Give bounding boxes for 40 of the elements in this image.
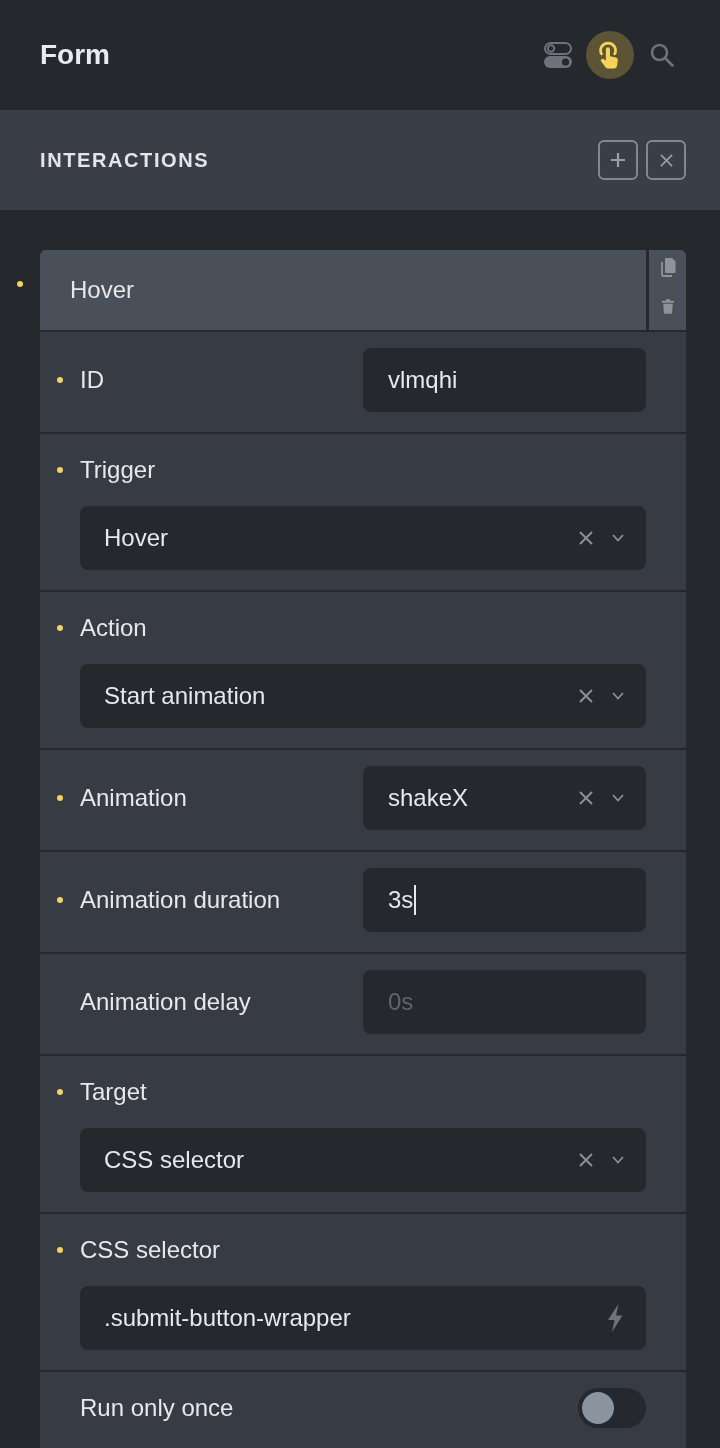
field-label: Run only once bbox=[80, 1394, 234, 1422]
clear-icon[interactable] bbox=[579, 689, 593, 703]
field-label: Target bbox=[80, 1078, 147, 1106]
copy-icon[interactable] bbox=[659, 257, 676, 277]
text-input[interactable]: 3s bbox=[363, 868, 646, 932]
pointer-hand-icon bbox=[599, 40, 621, 70]
select-dropdown[interactable]: Hover bbox=[80, 506, 646, 570]
chevron-down-icon bbox=[612, 534, 624, 542]
plus-icon bbox=[610, 152, 626, 168]
chevron-down-icon bbox=[612, 692, 624, 700]
select-dropdown[interactable]: CSS selector bbox=[80, 1128, 646, 1192]
text-input[interactable]: .submit-button-wrapper bbox=[80, 1286, 646, 1350]
text-input[interactable]: vlmqhi bbox=[363, 348, 646, 412]
trash-icon[interactable] bbox=[661, 299, 674, 314]
toggles-icon bbox=[544, 42, 572, 68]
clear-icon[interactable] bbox=[579, 791, 593, 805]
clear-icon[interactable] bbox=[579, 531, 593, 545]
lightning-bolt-icon[interactable] bbox=[606, 1304, 624, 1332]
interaction-name: Hover bbox=[70, 276, 135, 304]
field-label: Action bbox=[80, 614, 147, 642]
select-dropdown[interactable]: shakeX bbox=[363, 766, 646, 830]
chevron-down-icon bbox=[612, 1156, 624, 1164]
add-button[interactable] bbox=[598, 140, 638, 180]
close-button[interactable] bbox=[646, 140, 686, 180]
field-label: Animation duration bbox=[80, 886, 281, 914]
select-dropdown[interactable]: Start animation bbox=[80, 664, 646, 728]
field-label: ID bbox=[80, 366, 104, 394]
field-label: Trigger bbox=[80, 456, 156, 484]
clear-icon[interactable] bbox=[579, 1153, 593, 1167]
interaction-header[interactable]: Hover bbox=[40, 250, 686, 332]
toggle-switch[interactable] bbox=[578, 1388, 646, 1428]
chevron-down-icon bbox=[612, 794, 624, 802]
close-icon bbox=[659, 153, 673, 167]
field-label: CSS selector bbox=[80, 1236, 221, 1264]
field-label: Animation delay bbox=[80, 988, 251, 1016]
panel-title: Form bbox=[40, 39, 110, 71]
search-icon bbox=[650, 43, 674, 67]
interactions-button[interactable] bbox=[586, 31, 634, 79]
field-label: Animation bbox=[80, 784, 187, 812]
section-title: INTERACTIONS bbox=[40, 148, 210, 172]
